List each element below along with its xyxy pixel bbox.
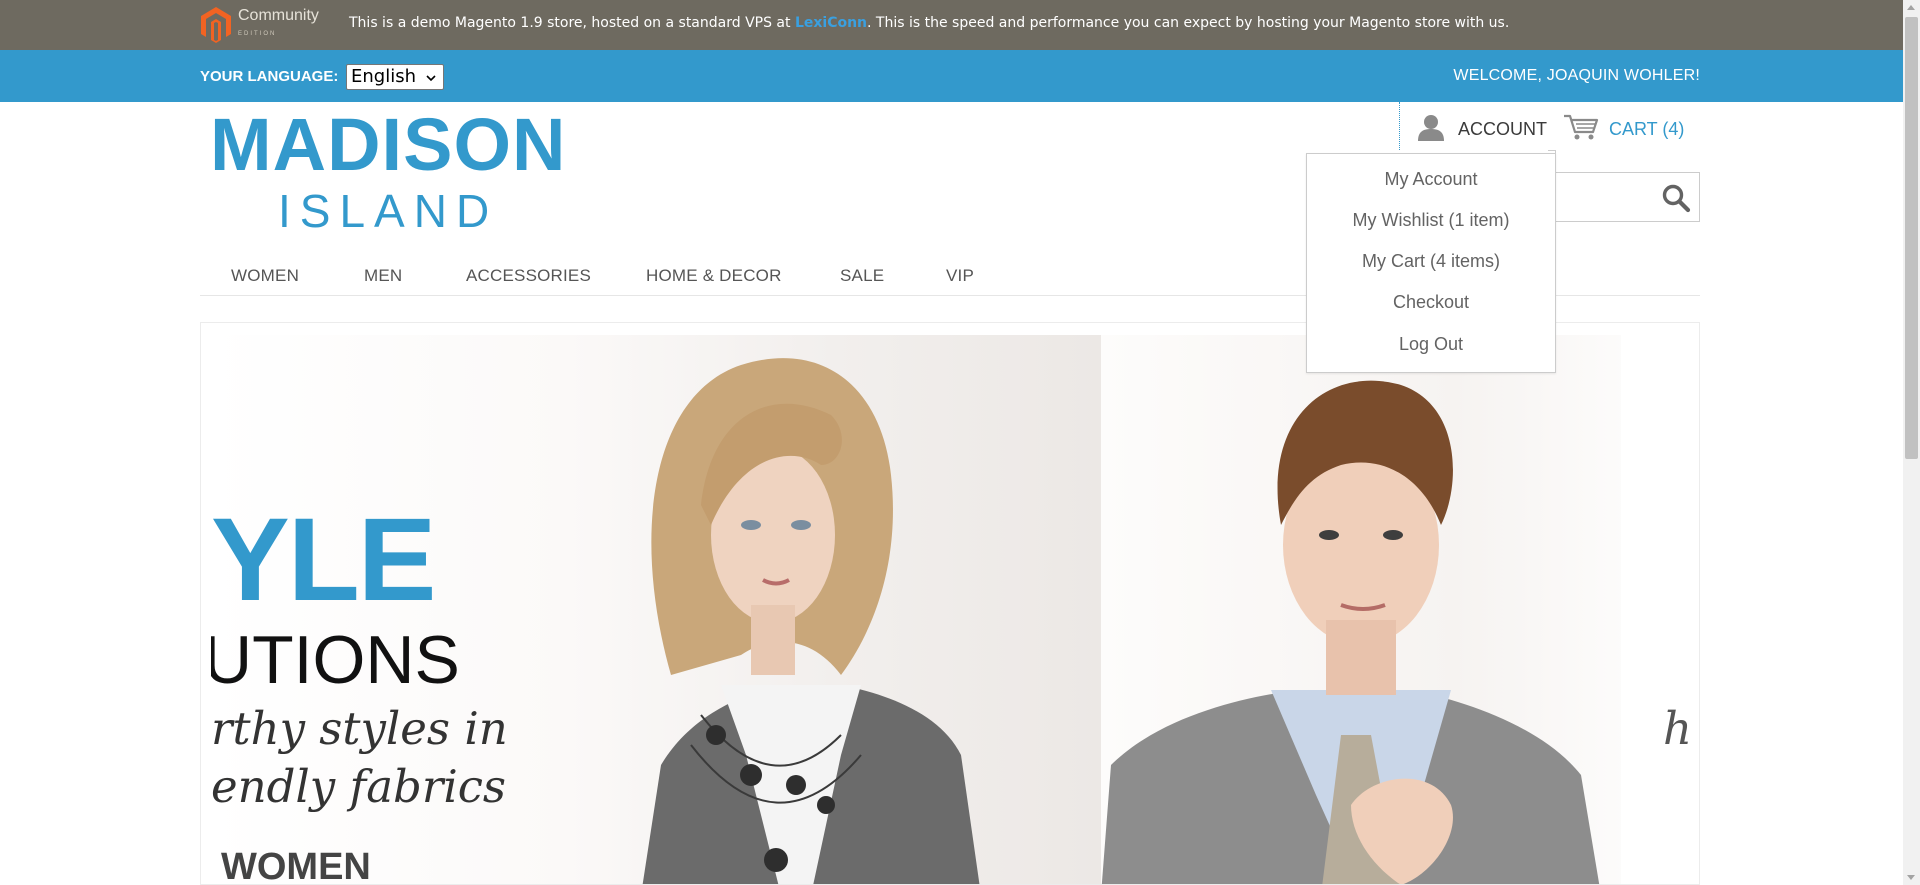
language-select[interactable]: English (346, 64, 444, 90)
menu-checkout[interactable]: Checkout (1307, 292, 1555, 313)
logo-line-madison: MADISON (210, 103, 567, 186)
lexiconn-link[interactable]: LexiConn (795, 15, 867, 31)
menu-my-cart[interactable]: My Cart (4 items) (1307, 251, 1555, 272)
language-select-value: English (351, 66, 416, 87)
hero-right-text: hi (1663, 702, 1691, 755)
page-scrollbar[interactable] (1903, 0, 1920, 885)
welcome-message: WELCOME, JOAQUIN WOHLER! (1453, 67, 1700, 84)
magnifier-icon (1662, 184, 1691, 213)
scrollbar-thumb[interactable] (1905, 17, 1918, 459)
hero-tagline-line2: endly fabrics (211, 760, 507, 813)
scroll-down-arrow-icon[interactable] (1907, 875, 1915, 880)
account-dropdown-menu: My Account My Wishlist (1 item) My Cart … (1306, 153, 1556, 373)
demo-message-text-end: . This is the speed and performance you … (867, 15, 1510, 31)
hero-headline: YLE (211, 494, 436, 626)
hero-category-label[interactable]: WOMEN (221, 847, 371, 884)
magento-community-logo[interactable]: Community EDITION (200, 6, 320, 44)
person-icon (1416, 113, 1446, 146)
menu-log-out[interactable]: Log Out (1307, 334, 1555, 355)
nav-men[interactable]: MEN (364, 266, 402, 286)
account-divider (1399, 102, 1400, 150)
search-input[interactable] (1540, 172, 1700, 222)
cart-button[interactable]: CART (4) (1563, 114, 1684, 144)
hero-tagline-line1: rthy styles in (211, 702, 508, 755)
menu-my-account[interactable]: My Account (1307, 169, 1555, 190)
model-man-image (1101, 380, 1600, 884)
search-button[interactable] (1661, 183, 1691, 213)
hero-slide-right-edge (1621, 335, 1691, 884)
hero-slide-men[interactable] (1101, 335, 1691, 884)
nav-sale[interactable]: SALE (840, 266, 884, 286)
hero-slideshow[interactable]: YLE UTIONS rthy styles in endly fabrics … (200, 322, 1700, 885)
chevron-down-icon (425, 66, 437, 98)
model-woman-image (642, 358, 980, 884)
nav-accessories[interactable]: ACCESSORIES (466, 266, 591, 286)
magento-logo-icon (201, 7, 231, 43)
demo-message-text: This is a demo Magento 1.9 store, hosted… (349, 15, 795, 31)
demo-notice-bar: Community EDITION This is a demo Magento… (0, 0, 1920, 50)
cart-label: CART (4) (1609, 118, 1685, 139)
hero-slide: YLE UTIONS rthy styles in endly fabrics … (211, 335, 1691, 884)
hero-subheadline: UTIONS (211, 622, 460, 698)
nav-vip[interactable]: VIP (946, 266, 974, 286)
header-bar: YOUR LANGUAGE: English WELCOME, JOAQUIN … (0, 50, 1920, 102)
language-label: YOUR LANGUAGE: (200, 68, 339, 85)
menu-my-wishlist[interactable]: My Wishlist (1 item) (1307, 210, 1555, 231)
demo-message: This is a demo Magento 1.9 store, hosted… (349, 15, 1509, 31)
scroll-up-arrow-icon[interactable] (1907, 5, 1915, 10)
site-logo[interactable]: MADISON ISLAND (210, 108, 565, 237)
shopping-cart-icon (1563, 113, 1599, 146)
nav-home-decor[interactable]: HOME & DECOR (646, 266, 782, 286)
community-edition-label: Community EDITION (238, 7, 319, 38)
nav-women[interactable]: WOMEN (231, 266, 299, 286)
logo-line-island: ISLAND (278, 185, 499, 237)
account-button[interactable]: ACCOUNT (1416, 114, 1547, 144)
account-label: ACCOUNT (1458, 118, 1547, 139)
